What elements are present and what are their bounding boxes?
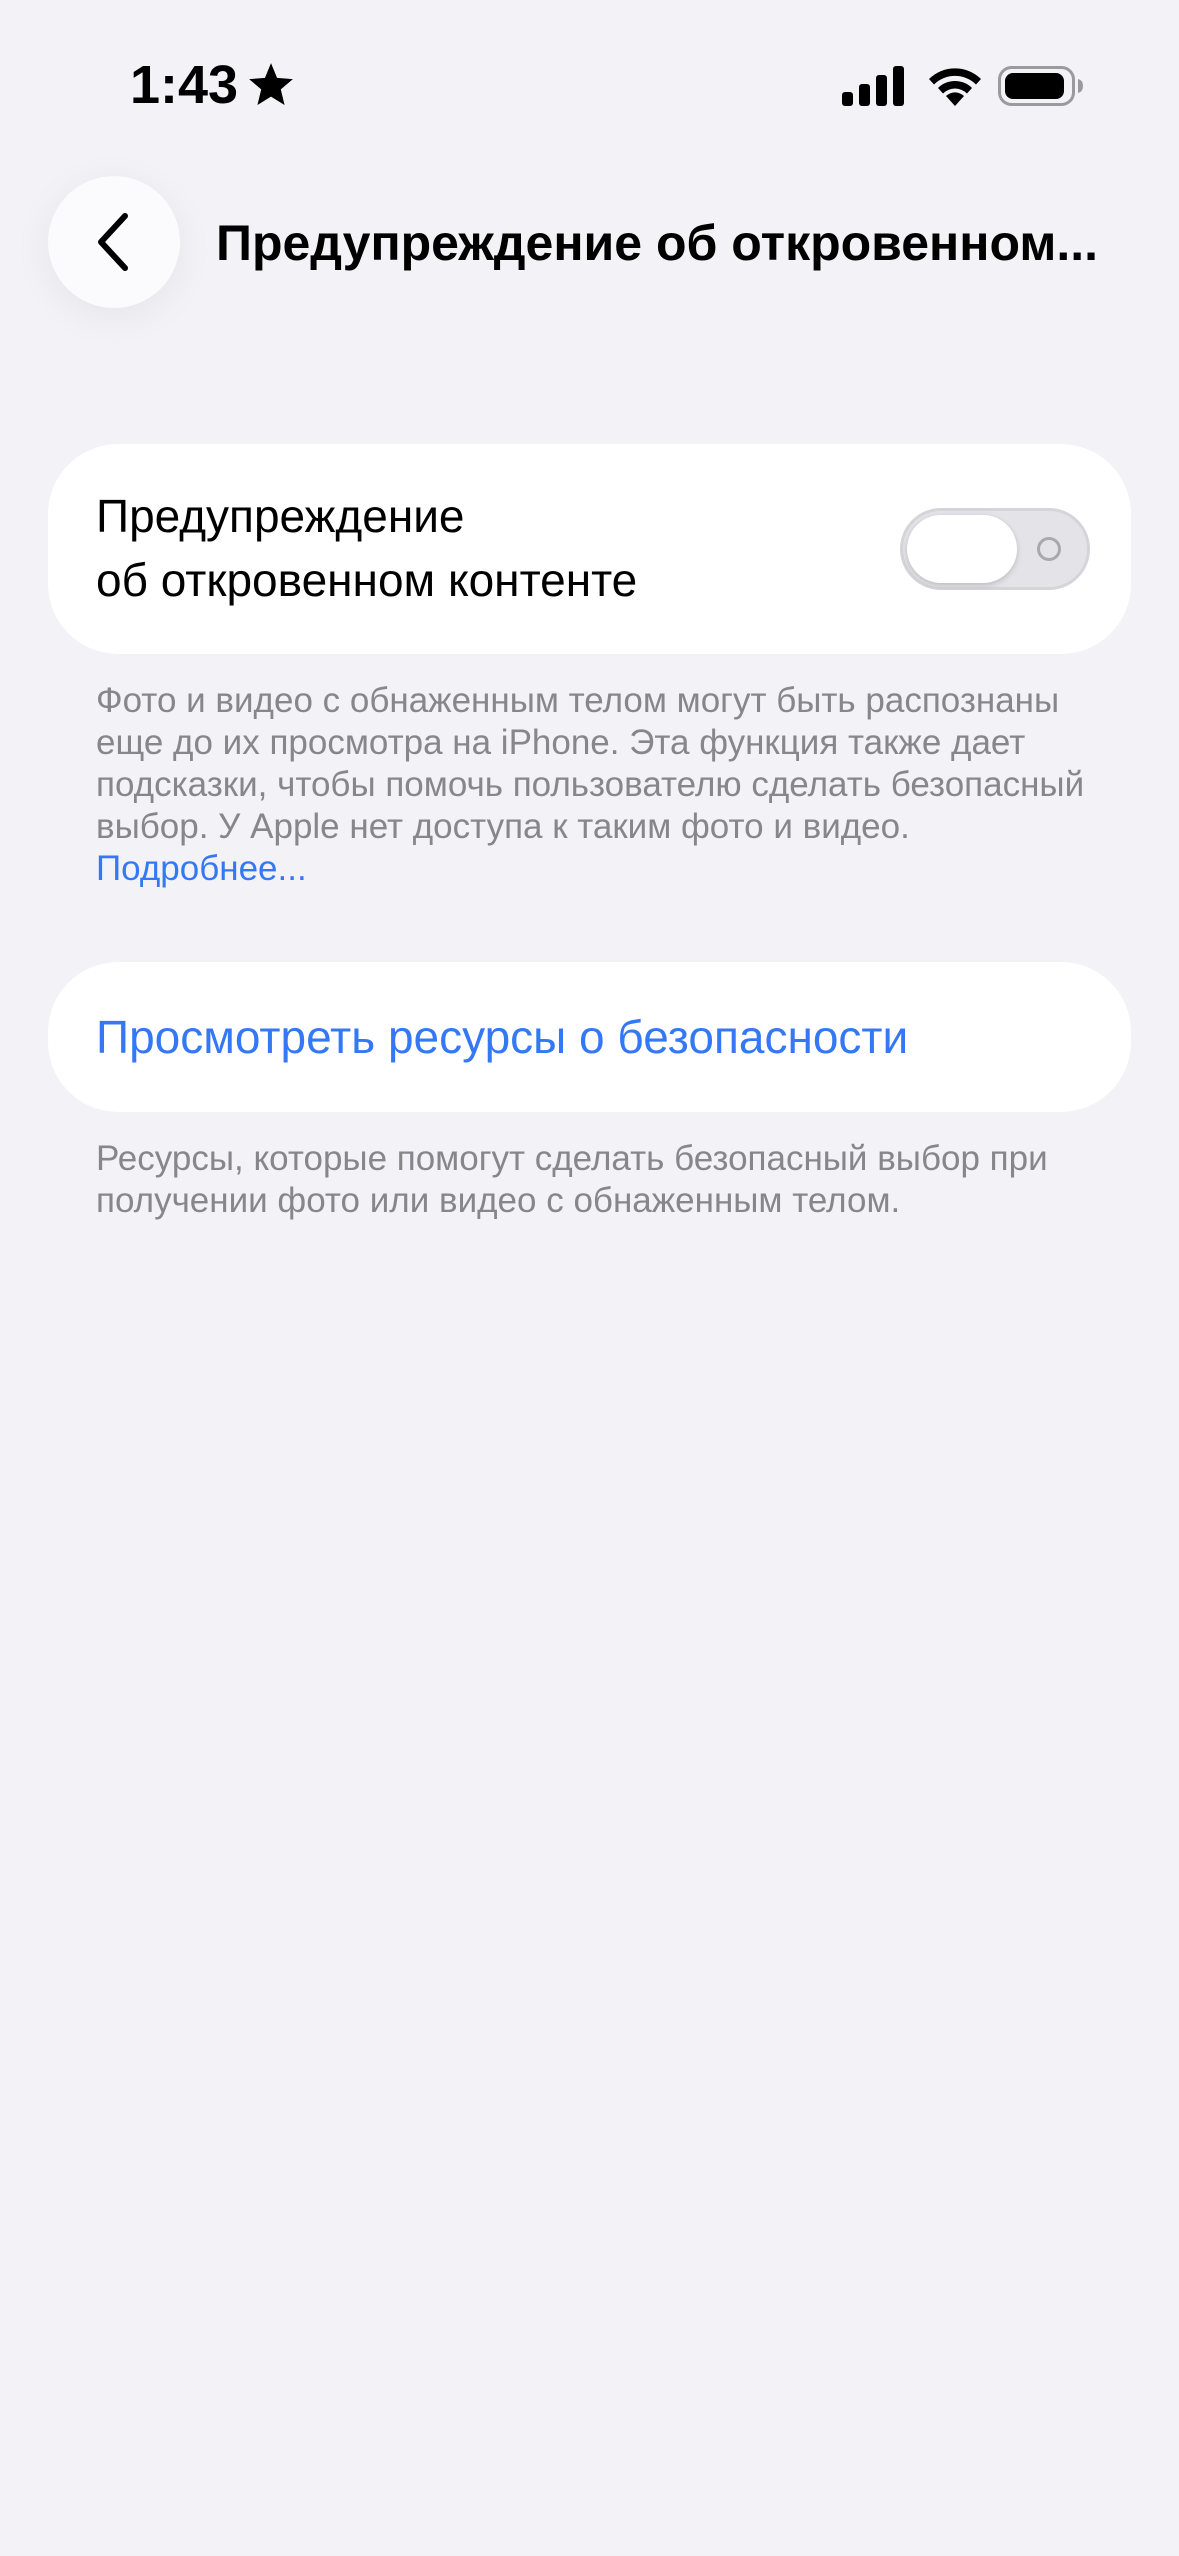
status-time: 1:43: [130, 55, 239, 115]
label-line-2: об откровенном контенте: [96, 554, 638, 606]
label-line-1: Предупреждение: [96, 490, 465, 542]
chevron-left-icon: [98, 213, 128, 271]
sensitive-content-warning-toggle[interactable]: [900, 508, 1090, 590]
sensitive-content-description: Фото и видео с обнаженным телом могут бы…: [96, 680, 1096, 890]
learn-more-link[interactable]: Подробнее...: [96, 849, 307, 888]
cellular-signal-icon: [842, 66, 904, 106]
sensitive-content-warning-label: Предупреждение об откровенном контенте: [96, 484, 816, 612]
view-safety-resources-link[interactable]: Просмотреть ресурсы о безопасности: [96, 1006, 908, 1068]
wifi-icon: [929, 68, 981, 106]
star-icon: [249, 63, 293, 105]
back-button[interactable]: [48, 176, 180, 308]
description-text: Фото и видео с обнаженным телом могут бы…: [96, 681, 1085, 846]
toggle-knob: [907, 515, 1017, 583]
safety-resources-description: Ресурсы, которые помогут сделать безопас…: [96, 1139, 1048, 1220]
sensitive-content-warning-row: Предупреждение об откровенном контенте: [48, 444, 1131, 654]
safety-resources-row[interactable]: Просмотреть ресурсы о безопасности: [48, 962, 1131, 1112]
page-title: Предупреждение об откровенном...: [216, 215, 1099, 271]
toggle-off-indicator-icon: [1037, 537, 1061, 561]
status-bar: 1:43: [0, 0, 1179, 150]
battery-icon: [998, 66, 1083, 106]
